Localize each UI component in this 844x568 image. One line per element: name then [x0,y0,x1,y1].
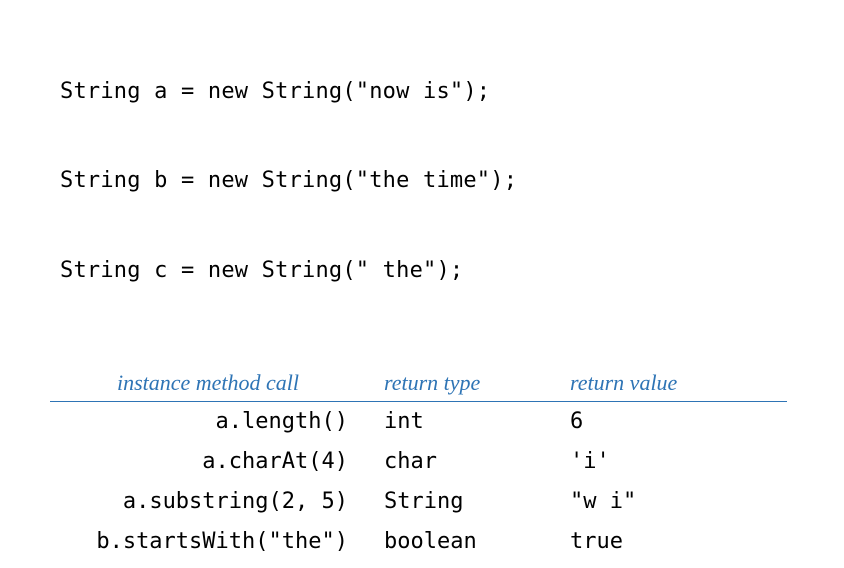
table-row: b.startsWith("the") boolean true [50,522,787,562]
table-row: a.substring(2, 5) String "w i" [50,482,787,522]
cell-value: 6 [552,401,787,442]
table-row: a.length() int 6 [50,401,787,442]
cell-call: a.charAt(4) [50,442,366,482]
cell-type: char [366,442,552,482]
header-value: return value [552,367,787,402]
code-declarations: String a = new String("now is"); String … [60,18,814,345]
cell-type: String [366,482,552,522]
cell-value: "w i" [552,482,787,522]
cell-value: true [552,522,787,562]
table-row: a.charAt(4) char 'i' [50,442,787,482]
cell-value: 4 [552,562,787,568]
header-type: return type [366,367,552,402]
cell-call: b.startsWith("the") [50,522,366,562]
cell-value: 'i' [552,442,787,482]
page-root: String a = new String("now is"); String … [0,0,844,568]
cell-type: int [366,401,552,442]
code-line: String a = new String("now is"); [60,77,814,107]
code-line: String c = new String(" the"); [60,256,814,286]
table-header-row: instance method call return type return … [50,367,787,402]
cell-call: a.indexOf("is") [50,562,366,568]
header-call: instance method call [50,367,366,402]
cell-type: int [366,562,552,568]
method-table: instance method call return type return … [50,367,787,568]
cell-type: boolean [366,522,552,562]
cell-call: a.substring(2, 5) [50,482,366,522]
cell-call: a.length() [50,401,366,442]
table-row: a.indexOf("is") int 4 [50,562,787,568]
code-line: String b = new String("the time"); [60,166,814,196]
